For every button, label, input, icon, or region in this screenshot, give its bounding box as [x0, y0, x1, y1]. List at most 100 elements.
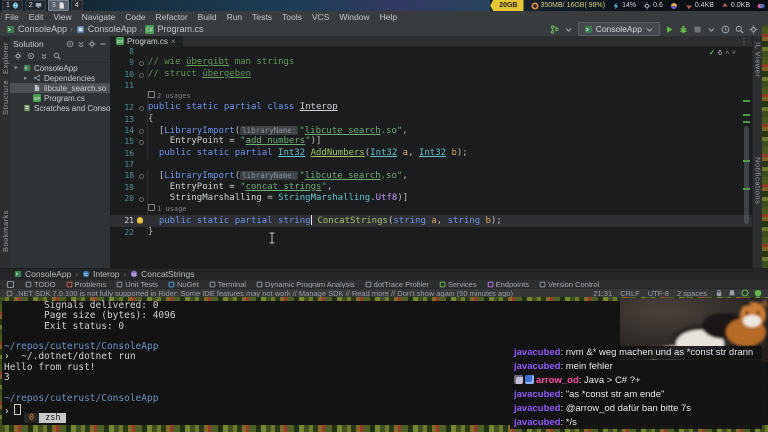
line-number[interactable]: 21	[110, 215, 134, 226]
line-number[interactable]: 12	[110, 102, 134, 113]
quickfix-lightbulb-icon[interactable]	[137, 217, 143, 224]
menu-navigate[interactable]: Navigate	[77, 12, 121, 22]
more-run-options[interactable]	[707, 25, 716, 34]
line-number[interactable]: 19	[110, 182, 134, 193]
toolwindow-tab-structure[interactable]: Structure	[1, 80, 10, 115]
menu-run[interactable]: Run	[222, 12, 248, 22]
breadcrumb-item[interactable]: C# Program.cs	[145, 24, 203, 34]
disk-usage-chip[interactable]: 20GB	[490, 0, 524, 11]
search-icon[interactable]	[53, 52, 61, 60]
code-line-8[interactable]: 8	[110, 46, 752, 57]
workspace-3[interactable]: 3	[47, 0, 69, 11]
line-number[interactable]: 18	[110, 170, 134, 181]
breadcrumb-item[interactable]: ConsoleApp	[6, 24, 67, 34]
tree-item-libcute-search-so[interactable]: libcute_search.so	[10, 83, 110, 93]
stat-segment-2[interactable]: 0.6	[643, 1, 663, 10]
tab-program-cs[interactable]: C# Program.cs ×	[110, 36, 183, 46]
chev-icon[interactable]	[564, 25, 573, 34]
toolwindow-tab-explorer[interactable]: Explorer	[1, 42, 10, 74]
menu-tools[interactable]: Tools	[277, 12, 307, 22]
line-number[interactable]: 20	[110, 193, 134, 204]
fold-marker-icon[interactable]	[139, 61, 144, 67]
breadcrumb-item[interactable]: C Interop	[82, 269, 119, 279]
terminal-tab[interactable]: 0 zsh	[24, 413, 67, 423]
menu-tests[interactable]: Tests	[247, 12, 277, 22]
breadcrumb-item[interactable]: ConsoleApp	[14, 269, 71, 279]
stat-segment-5[interactable]: 0.0KB	[721, 2, 750, 10]
target-icon[interactable]	[27, 52, 35, 60]
code-line-14[interactable]: 14 [LibraryImport(libraryName: "libcute_s…	[110, 125, 752, 138]
collapse-icon[interactable]	[40, 52, 48, 60]
code-line-17[interactable]: 17	[110, 159, 752, 170]
line-number[interactable]: 14	[110, 125, 134, 136]
line-number[interactable]: 15	[110, 136, 134, 147]
menu-refactor[interactable]: Refactor	[151, 12, 193, 22]
fold-marker-icon[interactable]	[139, 106, 144, 112]
code-line-18[interactable]: 18 [LibraryImport(libraryName: "libcute_s…	[110, 170, 752, 183]
branch-icon[interactable]	[550, 24, 559, 34]
menu-view[interactable]: View	[48, 12, 76, 22]
tree-item-dependencies[interactable]: ▸ Dependencies	[10, 73, 110, 83]
stat-segment-3[interactable]	[670, 2, 678, 10]
line-number[interactable]: 8	[110, 46, 134, 57]
line-number[interactable]: 9	[110, 57, 134, 68]
target-icon[interactable]	[66, 40, 74, 48]
menu-file[interactable]: File	[0, 12, 24, 22]
editor-scrollbar[interactable]	[743, 48, 750, 264]
workspace-2[interactable]: 2	[24, 0, 46, 11]
gear-icon[interactable]	[14, 52, 22, 60]
stat-segment-6[interactable]	[757, 2, 765, 10]
code-line-11[interactable]: 11	[110, 80, 752, 91]
close-tab-icon[interactable]: ×	[171, 37, 176, 46]
code-line-16[interactable]: 16 public static partial Int32 AddNumber…	[110, 147, 752, 159]
code-line-15[interactable]: 15 EntryPoint = "add_numbers")]	[110, 136, 752, 148]
workspace-1[interactable]: 1	[2, 0, 23, 11]
code-line-9[interactable]: 9 // wie übergibt man strings	[110, 57, 752, 69]
code-line-13[interactable]: 13 {	[110, 113, 752, 126]
tree-item-consoleapp[interactable]: ▾ ConsoleApp	[10, 63, 110, 73]
breadcrumb-item[interactable]: m ConcatStrings	[130, 269, 195, 279]
settings-button[interactable]	[749, 24, 758, 34]
fold-marker-icon[interactable]	[139, 129, 144, 135]
stop-button[interactable]	[693, 25, 702, 34]
chevron-right-icon[interactable]: ▸	[24, 74, 30, 82]
toolwindow-tab-bookmarks[interactable]: Bookmarks	[1, 210, 10, 252]
code-line-10[interactable]: 10 // struct übergeben	[110, 68, 752, 80]
usages-inlay-hint[interactable]: 2 usages	[147, 91, 191, 103]
run-button[interactable]	[665, 25, 674, 34]
workspace-4[interactable]: 4	[70, 0, 83, 11]
line-number[interactable]: 11	[110, 80, 134, 91]
line-number[interactable]: 22	[110, 227, 134, 238]
code-area[interactable]: 8 9 // wie übergibt man strings 10 // struct…	[110, 46, 752, 268]
fold-marker-icon[interactable]	[139, 140, 144, 146]
debug-button[interactable]	[679, 25, 688, 34]
menu-vcs[interactable]: VCS	[307, 12, 334, 22]
menu-edit[interactable]: Edit	[24, 12, 49, 22]
menu-code[interactable]: Code	[120, 12, 150, 22]
code-line-22[interactable]: 22}	[110, 226, 752, 239]
fold-marker-icon[interactable]	[139, 72, 144, 78]
line-number[interactable]: 17	[110, 159, 134, 170]
code-line-21[interactable]: 21 public static partial string ConcatSt…	[110, 215, 752, 228]
line-number[interactable]: 10	[110, 69, 134, 80]
chevron-down-icon[interactable]: ▾	[14, 64, 20, 72]
stat-segment-4[interactable]: 0.4KB	[685, 2, 714, 10]
line-number[interactable]: 13	[110, 114, 134, 125]
fold-marker-icon[interactable]	[139, 174, 144, 180]
tab-overflow-icon[interactable]: ⋮	[740, 37, 748, 46]
gear-icon[interactable]	[88, 39, 96, 48]
minus-icon[interactable]	[99, 40, 107, 48]
code-editor[interactable]: C# Program.cs × ⋮ ✓ 6 ˄ ˅ 8 9 // wie überg…	[110, 36, 752, 268]
inspection-widget[interactable]: ✓ 6 ˄ ˅	[709, 48, 736, 57]
run-configuration-select[interactable]: ConsoleApp	[577, 22, 660, 36]
menu-build[interactable]: Build	[193, 12, 222, 22]
menu-window[interactable]: Window	[334, 12, 374, 22]
collapse-icon[interactable]	[77, 40, 85, 48]
usages-inlay-hint[interactable]: 1 usage	[147, 204, 187, 216]
line-number[interactable]: 16	[110, 148, 134, 159]
fold-marker-icon[interactable]	[139, 196, 144, 202]
stat-segment-1[interactable]: 14%	[612, 1, 636, 10]
bell-icon[interactable]	[728, 289, 736, 297]
okc-icon[interactable]	[741, 289, 749, 297]
menu-help[interactable]: Help	[375, 12, 402, 22]
